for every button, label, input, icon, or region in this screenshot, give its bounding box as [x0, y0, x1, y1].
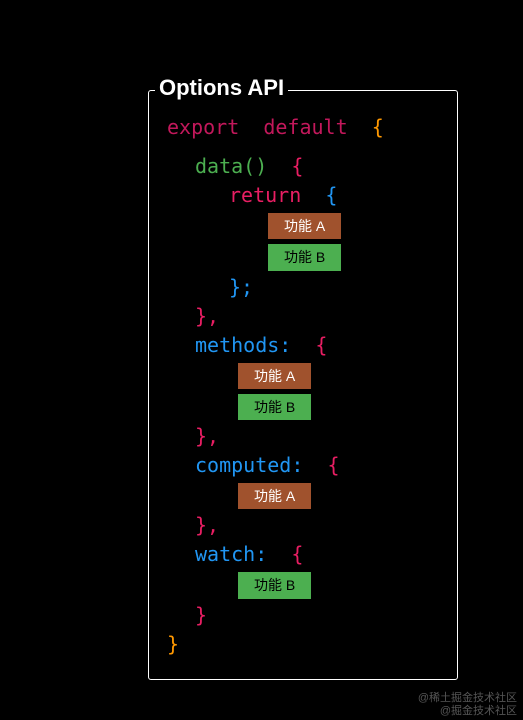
line-methods-close: },: [167, 422, 457, 451]
line-export: export default {: [167, 113, 457, 142]
line-data: data() {: [167, 152, 457, 181]
line-computed: computed: {: [167, 451, 457, 480]
brace-close-data: }: [195, 304, 207, 328]
badge-feature-a: 功能 A: [237, 482, 312, 510]
comma-methods: ,: [207, 424, 219, 448]
comma-data: ,: [207, 304, 219, 328]
methods-badge-row-b: 功能 B: [167, 391, 457, 422]
watermark-line2: @掘金技术社区: [418, 705, 517, 718]
brace-open-main: {: [372, 115, 384, 139]
watermark-line1: @稀土掘金技术社区: [418, 692, 517, 705]
brace-open-return: {: [325, 183, 337, 207]
brace-open-watch: {: [291, 542, 303, 566]
brace-open-computed: {: [327, 453, 339, 477]
keyword-default: default: [263, 115, 347, 139]
keyword-return: return: [229, 183, 301, 207]
watch-badge-row-b: 功能 B: [167, 569, 457, 600]
brace-close-main: }: [167, 632, 179, 656]
keyword-watch: watch:: [195, 542, 267, 566]
brace-close-return: }: [229, 275, 241, 299]
methods-badge-row-a: 功能 A: [167, 360, 457, 391]
badge-feature-b: 功能 B: [237, 393, 312, 421]
semicolon: ;: [241, 275, 253, 299]
badge-feature-a: 功能 A: [237, 362, 312, 390]
line-data-close: },: [167, 302, 457, 331]
data-parens: (): [243, 154, 267, 178]
line-main-close: }: [167, 630, 457, 659]
data-badge-row-b: 功能 B: [167, 241, 457, 272]
brace-close-computed: }: [195, 513, 207, 537]
line-watch-close: }: [167, 601, 457, 630]
computed-badge-row-a: 功能 A: [167, 480, 457, 511]
badge-feature-b: 功能 B: [237, 571, 312, 599]
frame-title: Options API: [155, 75, 288, 101]
data-badge-row-a: 功能 A: [167, 210, 457, 241]
line-return: return {: [167, 181, 457, 210]
watermark: @稀土掘金技术社区 @掘金技术社区: [418, 692, 517, 718]
keyword-computed: computed:: [195, 453, 303, 477]
line-methods: methods: {: [167, 331, 457, 360]
brace-open-data: {: [291, 154, 303, 178]
keyword-export: export: [167, 115, 239, 139]
comma-computed: ,: [207, 513, 219, 537]
brace-close-methods: }: [195, 424, 207, 448]
brace-close-watch: }: [195, 603, 207, 627]
brace-open-methods: {: [315, 333, 327, 357]
badge-feature-a: 功能 A: [267, 212, 342, 240]
line-return-close: };: [167, 273, 457, 302]
badge-feature-b: 功能 B: [267, 243, 342, 271]
line-watch: watch: {: [167, 540, 457, 569]
keyword-methods: methods:: [195, 333, 291, 357]
code-block: export default { data() { return { 功能 A …: [149, 91, 457, 659]
keyword-data: data: [195, 154, 243, 178]
options-api-frame: Options API export default { data() { re…: [148, 90, 458, 680]
line-computed-close: },: [167, 511, 457, 540]
